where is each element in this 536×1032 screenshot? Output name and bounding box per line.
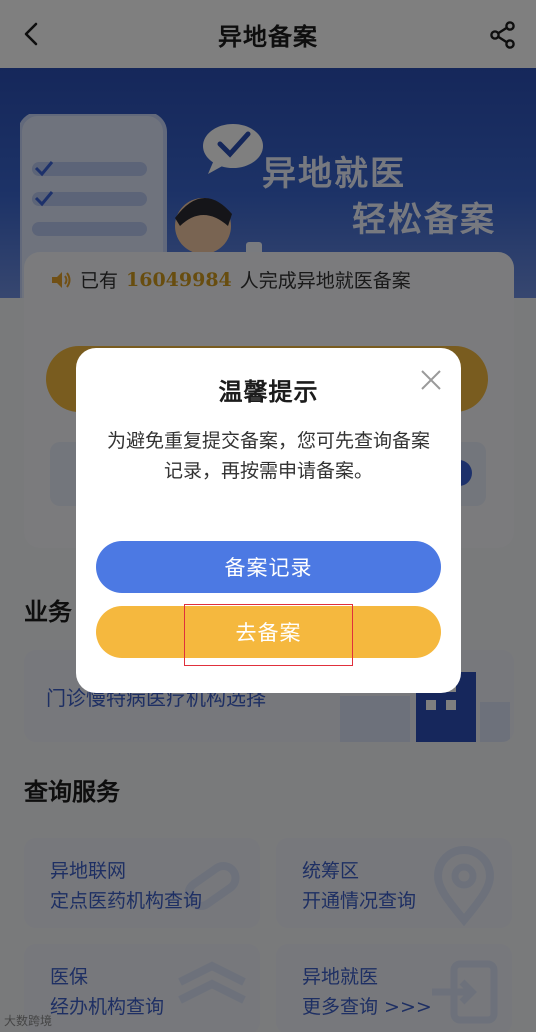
- filing-record-button[interactable]: 备案记录: [96, 541, 441, 593]
- highlight-box: [184, 604, 353, 666]
- dialog-message: 为避免重复提交备案，您可先查询备案记录，再按需申请备案。: [106, 430, 430, 482]
- close-icon[interactable]: [419, 368, 443, 392]
- dialog-title: 温馨提示: [218, 378, 319, 406]
